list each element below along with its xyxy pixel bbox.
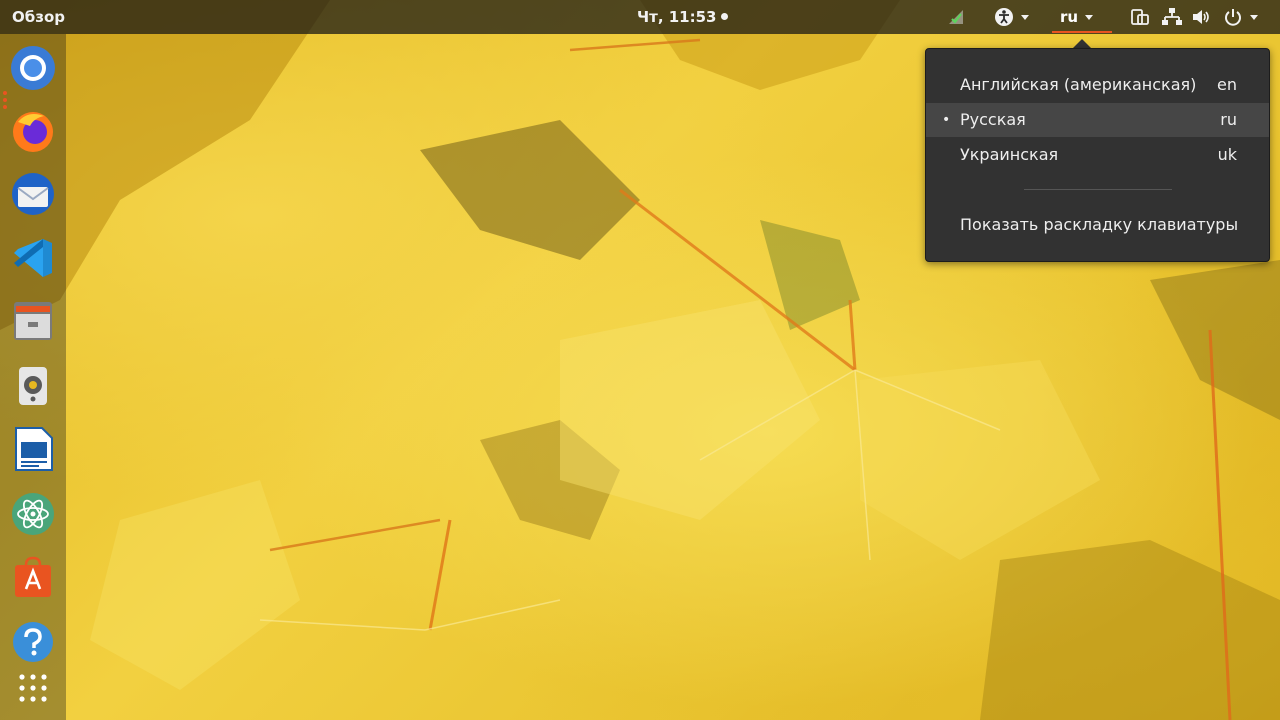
notification-dot-icon (721, 13, 729, 20)
active-indicator-underline (1052, 31, 1112, 33)
menu-item-code: ru (1220, 110, 1237, 129)
menu-item-code: en (1217, 75, 1237, 94)
selected-bullet-icon: • (942, 112, 951, 128)
dock-item-software[interactable] (9, 554, 57, 602)
chevron-down-icon (1250, 14, 1258, 20)
dock-item-rhythmbox[interactable] (9, 362, 57, 410)
thunderbird-icon (12, 173, 54, 215)
software-center-icon (15, 556, 51, 597)
vscode-icon (14, 239, 52, 277)
atom-icon (12, 493, 54, 535)
power-icon (1225, 9, 1241, 26)
menu-item-label: Украинская (960, 145, 1059, 164)
volume-icon (1193, 10, 1209, 24)
chromium-icon (11, 46, 55, 90)
app-grid-icon (19, 674, 47, 702)
dock-item-writer[interactable] (9, 425, 57, 473)
network-check-indicator[interactable] (946, 0, 966, 34)
activities-button[interactable]: Обзор (0, 0, 77, 34)
menu-item-show-keyboard-layout[interactable]: Показать раскладку клавиатуры (926, 208, 1269, 242)
help-icon (13, 622, 53, 662)
speaker-icon (19, 367, 47, 405)
menu-item-label: Русская (960, 110, 1026, 129)
clock-button[interactable]: Чт, 11:53 (600, 0, 760, 34)
writer-icon (15, 427, 53, 471)
dock-item-chromium[interactable] (9, 44, 57, 92)
files-icon (14, 302, 52, 340)
menu-item-layout-uk[interactable]: Украинская uk (926, 138, 1269, 172)
menu-item-code: uk (1217, 145, 1237, 164)
accessibility-menu[interactable] (994, 0, 1029, 34)
menu-separator (1024, 189, 1172, 190)
accessibility-icon (995, 8, 1013, 26)
running-indicator (3, 91, 7, 112)
chevron-down-icon (1085, 14, 1094, 20)
menu-item-layout-en[interactable]: Английская (американская) en (926, 68, 1269, 102)
chevron-down-icon (1021, 14, 1029, 20)
dock-item-vscode[interactable] (9, 234, 57, 282)
menu-item-label: Показать раскладку клавиатуры (960, 215, 1239, 234)
top-panel: Обзор Чт, 11:53 ru (0, 0, 1280, 34)
keyboard-layout-menu: Английская (американская) en • Русская r… (925, 48, 1270, 262)
firefox-icon (13, 112, 53, 152)
dock (0, 34, 66, 720)
menu-item-layout-ru[interactable]: • Русская ru (926, 103, 1269, 137)
keyboard-layout-label: ru (1060, 8, 1079, 26)
system-menu[interactable] (1130, 0, 1258, 34)
screen-rotation-icon (1131, 9, 1149, 25)
menu-item-label: Английская (американская) (960, 75, 1197, 94)
dock-item-atom[interactable] (9, 490, 57, 538)
keyboard-layout-button[interactable]: ru (1054, 0, 1099, 34)
dock-item-firefox[interactable] (9, 107, 57, 155)
show-applications-button[interactable] (9, 664, 57, 712)
clock-label: Чт, 11:53 (637, 8, 717, 26)
dock-item-help[interactable] (9, 618, 57, 666)
dock-item-thunderbird[interactable] (9, 170, 57, 218)
wired-network-icon (1162, 8, 1182, 25)
dock-item-files[interactable] (9, 297, 57, 345)
network-check-icon (949, 10, 963, 24)
